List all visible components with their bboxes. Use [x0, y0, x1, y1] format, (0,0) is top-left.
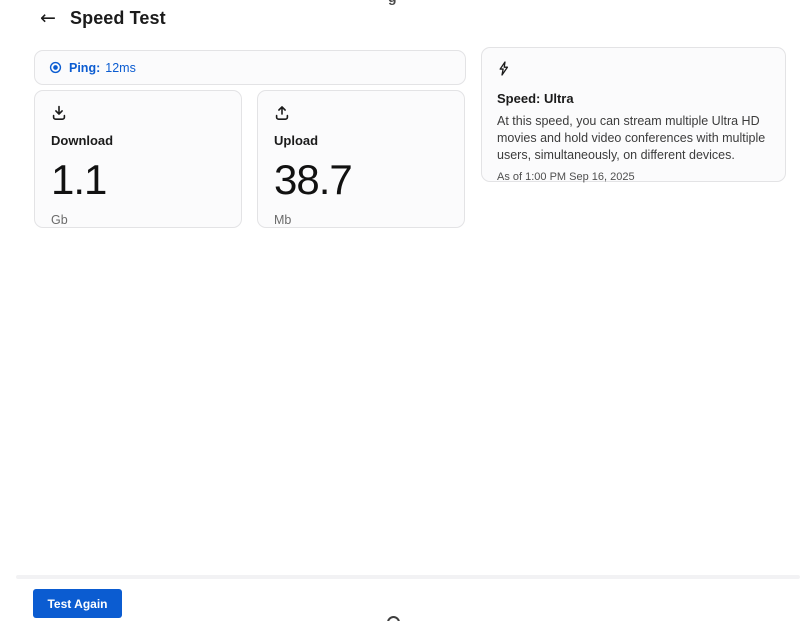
upload-value: 38.7 [274, 156, 448, 204]
footer-divider [16, 575, 800, 579]
download-card: Download 1.1 Gb [34, 90, 242, 228]
ping-label: Ping: [69, 61, 100, 75]
ping-value: 12ms [105, 61, 136, 75]
download-icon [51, 105, 67, 121]
page-title: Speed Test [70, 8, 166, 29]
back-button[interactable]: ← [36, 6, 60, 30]
upload-unit: Mb [274, 213, 448, 227]
download-unit: Gb [51, 213, 225, 227]
download-value: 1.1 [51, 156, 225, 204]
speed-info-description: At this speed, you can stream multiple U… [497, 113, 775, 164]
lightning-icon [497, 61, 510, 76]
test-again-button[interactable]: Test Again [33, 589, 122, 618]
ping-status-card: Ping: 12ms [34, 50, 466, 85]
speed-info-card: Speed: Ultra At this speed, you can stre… [481, 47, 786, 182]
upload-label: Upload [274, 133, 448, 148]
radio-selected-icon [49, 61, 62, 74]
upload-icon [274, 105, 290, 121]
speed-info-timestamp: As of 1:00 PM Sep 16, 2025 [497, 171, 770, 183]
clipped-text-top: g [388, 0, 397, 5]
speed-test-page: g ← Speed Test Ping: 12ms Download 1.1 G… [0, 0, 800, 621]
upload-card: Upload 38.7 Mb [257, 90, 465, 228]
clipped-icon-bottom [387, 616, 400, 621]
download-label: Download [51, 133, 225, 148]
speed-info-title: Speed: Ultra [497, 91, 770, 106]
